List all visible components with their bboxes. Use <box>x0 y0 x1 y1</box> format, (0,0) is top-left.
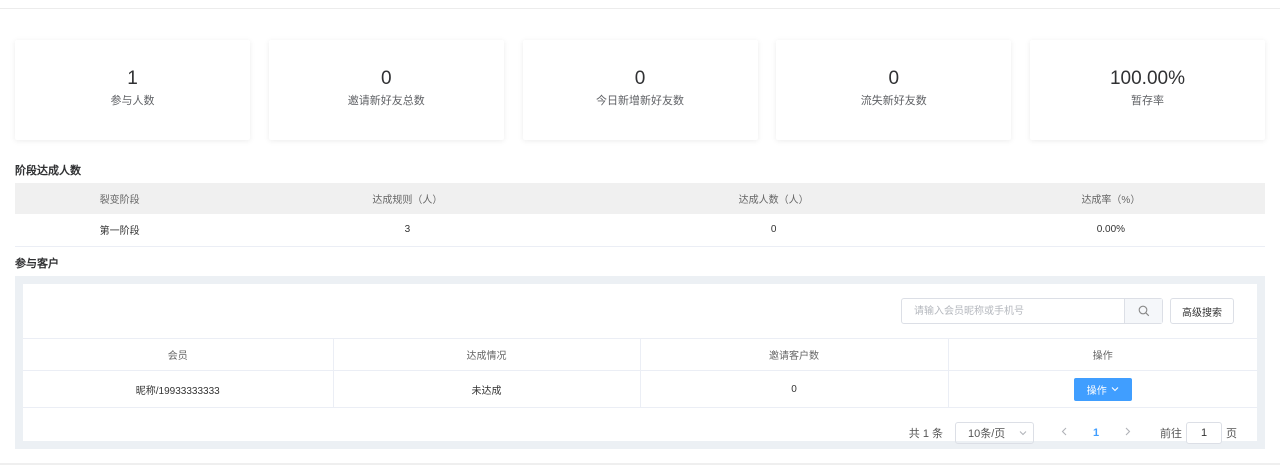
search-button[interactable] <box>1124 299 1162 323</box>
action-dropdown-button[interactable]: 操作 <box>1073 377 1132 401</box>
customer-panel-inner: 高级搜索 会员 达成情况 邀请客户数 操作 昵称/19933333333 未达成… <box>23 284 1257 444</box>
member-cell: 昵称/19933333333 <box>23 370 334 408</box>
search-icon <box>1138 305 1149 317</box>
stat-label: 今日新增新好友数 <box>596 95 684 107</box>
column-header: 达成规则（人） <box>224 183 591 214</box>
table-cell: 第一阶段 <box>15 214 225 247</box>
customer-table: 会员 达成情况 邀请客户数 操作 昵称/19933333333 未达成 0 操作 <box>23 338 1257 408</box>
customer-panel: 高级搜索 会员 达成情况 邀请客户数 操作 昵称/19933333333 未达成… <box>15 276 1265 449</box>
chevron-down-icon <box>1019 431 1027 436</box>
column-header: 达成率（%） <box>956 183 1265 214</box>
table-cell: 0.00% <box>956 214 1265 247</box>
action-button-label: 操作 <box>1086 385 1107 397</box>
stat-value: 1 <box>127 68 138 89</box>
pagination: 共 1 条 10条/页 1 前往 页 <box>909 422 1237 444</box>
bottom-divider <box>0 463 1280 465</box>
action-cell: 操作 <box>948 370 1257 408</box>
page-number-current[interactable]: 1 <box>1080 427 1112 439</box>
stat-card-retention: 100.00% 暂存率 <box>1030 40 1265 140</box>
page-size-select[interactable]: 10条/页 <box>955 422 1034 444</box>
stat-card-today-new: 0 今日新增新好友数 <box>522 40 758 140</box>
stats-row: 1 参与人数 0 邀请新好友总数 0 今日新增新好友数 0 流失新好友数 100… <box>15 40 1265 140</box>
stat-value: 0 <box>888 68 900 89</box>
chevron-right-icon <box>1125 427 1131 436</box>
table-cell: 0 <box>590 214 957 247</box>
advanced-search-button[interactable]: 高级搜索 <box>1170 298 1234 324</box>
stat-card-participants: 1 参与人数 <box>15 40 250 140</box>
column-header: 达成人数（人） <box>590 183 957 214</box>
table-cell: 3 <box>224 214 591 247</box>
stat-label: 邀请新好友总数 <box>347 95 425 107</box>
stage-section-title: 阶段达成人数 <box>15 165 81 177</box>
invited-count-cell: 0 <box>640 370 949 408</box>
table-header-row: 会员 达成情况 邀请客户数 操作 <box>23 338 1257 371</box>
stat-card-lost: 0 流失新好友数 <box>776 40 1012 140</box>
table-header-row: 裂变阶段 达成规则（人） 达成人数（人） 达成率（%） <box>15 183 1265 214</box>
next-page-button[interactable] <box>1112 427 1144 439</box>
search-box <box>901 298 1163 324</box>
prev-page-button[interactable] <box>1048 427 1080 439</box>
column-header: 达成情况 <box>333 338 641 371</box>
table-row: 第一阶段 3 0 0.00% <box>15 214 1265 247</box>
status-cell: 未达成 <box>333 370 641 408</box>
search-input[interactable] <box>902 299 1124 323</box>
stat-value: 0 <box>380 68 392 89</box>
column-header: 操作 <box>948 338 1257 371</box>
customer-section-title: 参与客户 <box>15 258 59 270</box>
top-divider <box>0 8 1280 9</box>
stat-value: 0 <box>634 68 646 89</box>
chevron-down-icon <box>1111 387 1119 392</box>
stage-table: 裂变阶段 达成规则（人） 达成人数（人） 达成率（%） 第一阶段 3 0 0.0… <box>15 183 1265 247</box>
chevron-left-icon <box>1061 427 1067 436</box>
goto-page-input[interactable] <box>1186 422 1222 444</box>
stat-label: 暂存率 <box>1131 95 1164 107</box>
pagination-total: 共 1 条 <box>908 428 943 440</box>
column-header: 裂变阶段 <box>15 183 225 214</box>
goto-label: 前往 <box>1160 428 1182 440</box>
stat-card-invited-total: 0 邀请新好友总数 <box>268 40 504 140</box>
table-row: 昵称/19933333333 未达成 0 操作 <box>23 370 1257 408</box>
column-header: 邀请客户数 <box>640 338 949 371</box>
stat-label: 参与人数 <box>110 95 155 107</box>
page-size-value: 10条/页 <box>968 428 1006 440</box>
stat-value: 100.00% <box>1109 68 1185 89</box>
column-header: 会员 <box>23 338 334 371</box>
stat-label: 流失新好友数 <box>860 95 927 107</box>
goto-suffix: 页 <box>1226 428 1237 440</box>
